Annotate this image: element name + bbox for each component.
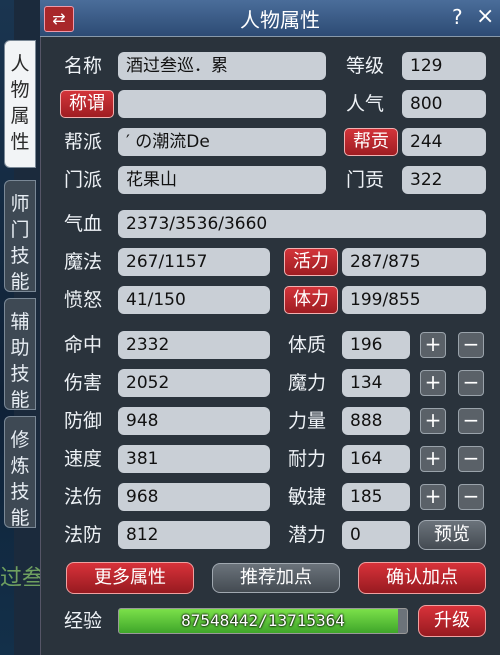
constitution-minus-button[interactable]: −	[458, 332, 484, 358]
speed-field: 381	[118, 445, 270, 473]
stamina-field: 199/855	[342, 286, 486, 314]
upgrade-button[interactable]: 升级	[418, 605, 486, 637]
more-attributes-button[interactable]: 更多属性	[66, 562, 194, 594]
strength-plus-button[interactable]: +	[420, 408, 446, 434]
hit-field: 2332	[118, 331, 270, 359]
spell-damage-label: 法伤	[64, 486, 103, 508]
switch-icon[interactable]: ⇄	[44, 6, 74, 32]
recommend-points-button[interactable]: 推荐加点	[212, 563, 340, 593]
sect-field: 花果山	[118, 166, 326, 194]
speed-label: 速度	[64, 448, 103, 470]
gang-label: 帮派	[64, 131, 103, 153]
constitution-label: 体质	[288, 334, 327, 356]
magic-minus-button[interactable]: −	[458, 370, 484, 396]
popularity-field: 800	[402, 90, 486, 118]
endurance-field: 164	[342, 445, 410, 473]
rage-label: 愤怒	[64, 289, 103, 311]
potential-label: 潜力	[288, 524, 327, 546]
name-field: 酒过叁巡．累	[118, 52, 326, 80]
tab-sect-skills[interactable]: 师门技能	[4, 180, 36, 293]
endurance-label: 耐力	[288, 448, 327, 470]
help-icon[interactable]: ?	[452, 5, 463, 29]
title-button[interactable]: 称谓	[60, 90, 114, 118]
magic-field: 134	[342, 369, 410, 397]
popularity-label: 人气	[346, 93, 385, 115]
sect-contribution-label: 门贡	[346, 169, 385, 191]
strength-field: 888	[342, 407, 410, 435]
endurance-plus-button[interactable]: +	[420, 446, 446, 472]
title-field	[118, 90, 326, 118]
agility-field: 185	[342, 483, 410, 511]
constitution-plus-button[interactable]: +	[420, 332, 446, 358]
sect-contribution-field: 322	[402, 166, 486, 194]
damage-field: 2052	[118, 369, 270, 397]
background-chat-text: 过叁	[0, 566, 45, 591]
gang-contribution-field: 244	[402, 128, 486, 156]
close-icon[interactable]: ×	[476, 4, 494, 29]
level-field: 129	[402, 52, 486, 80]
name-label: 名称	[64, 55, 103, 77]
mp-field: 267/1157	[118, 248, 270, 276]
gang-field: ′ の潮流De	[118, 128, 326, 156]
spell-defense-label: 法防	[64, 524, 103, 546]
hp-label: 气血	[64, 213, 103, 235]
magic-plus-button[interactable]: +	[420, 370, 446, 396]
vitality-field: 287/875	[342, 248, 486, 276]
defense-field: 948	[118, 407, 270, 435]
strength-label: 力量	[288, 410, 327, 432]
preview-button[interactable]: 预览	[418, 520, 486, 550]
damage-label: 伤害	[64, 372, 103, 394]
magic-label: 魔力	[288, 372, 327, 394]
rage-field: 41/150	[118, 286, 270, 314]
exp-label: 经验	[64, 610, 103, 632]
strength-minus-button[interactable]: −	[458, 408, 484, 434]
spell-defense-field: 812	[118, 521, 270, 549]
spell-damage-field: 968	[118, 483, 270, 511]
agility-label: 敏捷	[288, 486, 327, 508]
agility-minus-button[interactable]: −	[458, 484, 484, 510]
hit-label: 命中	[64, 334, 103, 356]
tab-cultivation-skills[interactable]: 修炼技能	[4, 416, 36, 529]
tab-label: 师门技能	[10, 193, 30, 293]
endurance-minus-button[interactable]: −	[458, 446, 484, 472]
agility-plus-button[interactable]: +	[420, 484, 446, 510]
tab-support-skills[interactable]: 辅助技能	[4, 298, 36, 411]
window-title: 人物属性	[240, 8, 320, 32]
tab-label: 人物属性	[10, 53, 30, 153]
defense-label: 防御	[64, 410, 103, 432]
tab-label: 修炼技能	[10, 429, 30, 529]
mp-label: 魔法	[64, 251, 103, 273]
level-label: 等级	[346, 55, 385, 77]
tab-label: 辅助技能	[10, 311, 30, 411]
exp-value: 87548442/13715364	[181, 611, 345, 630]
stamina-button[interactable]: 体力	[284, 286, 338, 314]
vitality-button[interactable]: 活力	[284, 248, 338, 276]
sect-label: 门派	[64, 169, 103, 191]
constitution-field: 196	[342, 331, 410, 359]
exp-bar: 87548442/13715364	[118, 608, 408, 634]
hp-field: 2373/3536/3660	[118, 210, 486, 238]
gang-contribution-button[interactable]: 帮贡	[344, 128, 398, 156]
tab-character-attributes[interactable]: 人物属性	[4, 40, 36, 168]
confirm-points-button[interactable]: 确认加点	[358, 562, 486, 594]
potential-field: 0	[342, 521, 410, 549]
